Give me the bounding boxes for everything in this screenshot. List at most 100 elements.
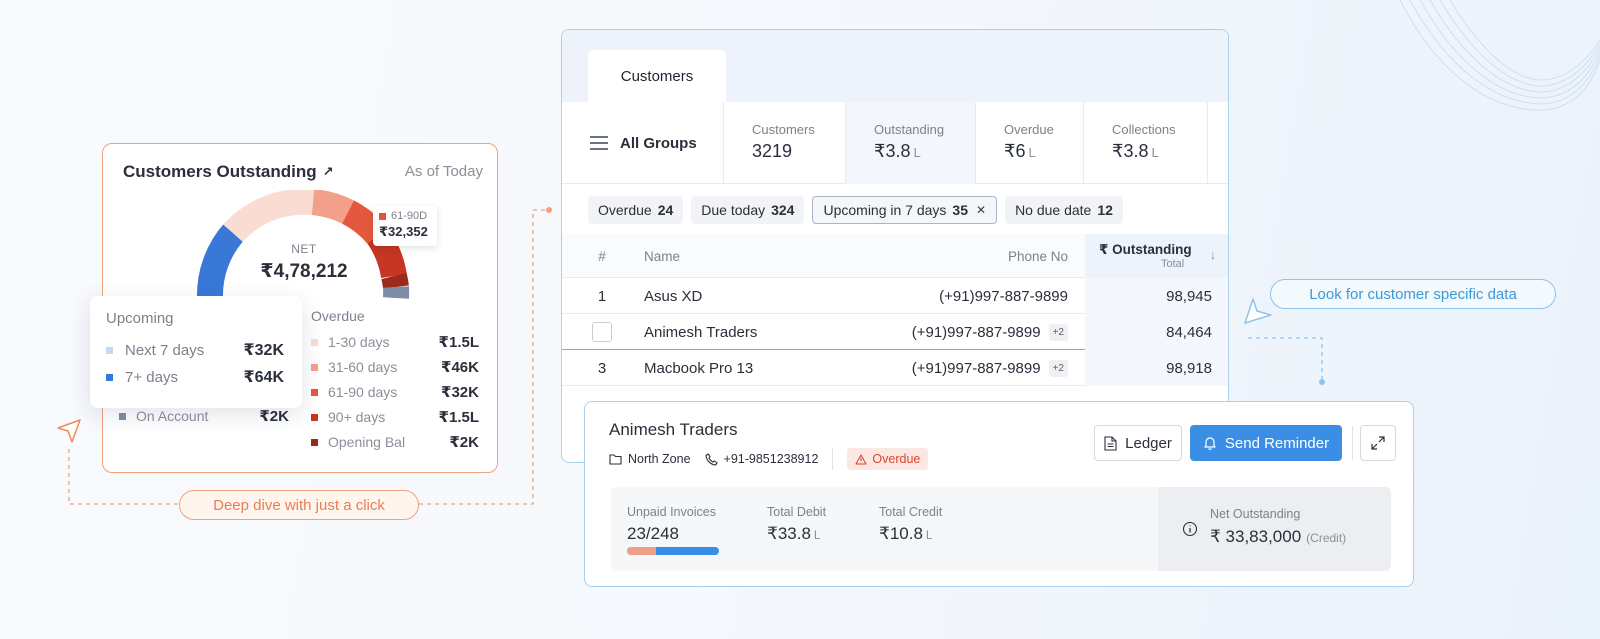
stat-outstanding[interactable]: Outstanding ₹3.8 L bbox=[846, 102, 976, 184]
card-title-text: Customers Outstanding bbox=[123, 162, 317, 181]
overdue-legend-item[interactable]: Opening Bal ₹2K bbox=[311, 433, 479, 451]
chip-label: Upcoming in 7 days bbox=[823, 202, 947, 218]
legend-label: 7+ days bbox=[125, 368, 178, 386]
tab-customers[interactable]: Customers bbox=[588, 50, 726, 102]
stat-label: Overdue bbox=[1004, 122, 1054, 137]
folder-icon bbox=[609, 454, 622, 465]
upcoming-legend-item[interactable]: Next 7 days ₹32K bbox=[106, 340, 284, 360]
warning-icon bbox=[855, 453, 867, 465]
gauge-segment-1-30-days bbox=[223, 190, 315, 243]
tooltip-label: 61-90D bbox=[391, 210, 428, 222]
legend-swatch bbox=[311, 363, 318, 371]
chip-count: 35 bbox=[952, 202, 968, 218]
stat-label: Net Outstanding bbox=[1210, 507, 1301, 521]
stat-unit: L bbox=[925, 528, 933, 542]
stat-label: Total Credit bbox=[879, 505, 943, 519]
column-header-outstanding[interactable]: ₹ Outstanding Total ↓ bbox=[1085, 234, 1228, 278]
legend-swatch bbox=[311, 438, 318, 446]
row-outstanding: 98,918 bbox=[1085, 350, 1228, 386]
row-name: Asus XD bbox=[644, 287, 703, 305]
row-name: Macbook Pro 13 bbox=[644, 359, 754, 377]
legend-value: ₹1.5L bbox=[438, 334, 479, 351]
stat-collections[interactable]: Collections ₹3.8 L bbox=[1084, 102, 1208, 184]
stat-unit: L bbox=[913, 145, 921, 160]
stat-unit: L bbox=[813, 528, 821, 542]
total-credit-stat: Total Credit ₹10.8 L bbox=[879, 505, 942, 544]
upcoming-legend-item[interactable]: 7+ days ₹64K bbox=[106, 367, 284, 387]
overdue-legend-item[interactable]: 1-30 days ₹1.5L bbox=[311, 333, 479, 351]
ledger-button[interactable]: Ledger bbox=[1094, 425, 1182, 461]
row-checkbox-cell[interactable] bbox=[588, 314, 616, 350]
chip-label: No due date bbox=[1015, 202, 1092, 218]
table-row[interactable]: 1 Asus XD (+91)997-887-9899 98,945 bbox=[562, 278, 1228, 314]
extra-phones-badge[interactable]: +2 bbox=[1048, 359, 1068, 377]
filter-chip-due-today[interactable]: Due today 324 bbox=[691, 196, 805, 224]
sort-down-icon[interactable]: ↓ bbox=[1210, 248, 1216, 262]
stat-note: (Credit) bbox=[1306, 531, 1347, 545]
stat-value: ₹3.8 bbox=[1112, 141, 1149, 161]
stat-label: Total Debit bbox=[767, 505, 827, 519]
unpaid-invoices-stat: Unpaid Invoices 23/248 bbox=[627, 505, 716, 544]
stat-overdue[interactable]: Overdue ₹6 L bbox=[976, 102, 1084, 184]
chip-count: 324 bbox=[771, 202, 795, 218]
gauge-segment-7plus-days bbox=[196, 224, 244, 299]
overdue-legend-item[interactable]: 61-90 days ₹32K bbox=[311, 383, 479, 401]
on-account-legend-item[interactable]: On Account ₹2K bbox=[119, 407, 289, 425]
expand-button[interactable] bbox=[1360, 425, 1396, 461]
chip-label: Overdue bbox=[598, 202, 652, 218]
close-icon[interactable]: ✕ bbox=[976, 203, 986, 217]
column-header-phone[interactable]: Phone No bbox=[1008, 234, 1068, 278]
chip-count: 24 bbox=[657, 202, 674, 218]
row-phone: (+91)997-887-9899 +2 bbox=[912, 314, 1068, 350]
customer-detail-card: Animesh Traders North Zone +91-985123891… bbox=[584, 401, 1414, 587]
card-title[interactable]: Customers Outstanding ↗ bbox=[123, 162, 334, 182]
filter-chip-no-due-date[interactable]: No due date 12 bbox=[1005, 196, 1123, 224]
legend-swatch bbox=[106, 373, 113, 381]
legend-value: ₹46K bbox=[441, 359, 479, 376]
row-phone-text: (+91)997-887-9899 bbox=[911, 323, 1041, 341]
filter-chip-upcoming-7-days[interactable]: Upcoming in 7 days 35 ✕ bbox=[812, 196, 998, 224]
divider bbox=[832, 448, 834, 470]
phone-icon bbox=[704, 452, 718, 466]
phone-text: +91-9851238912 bbox=[723, 452, 819, 466]
customer-phone[interactable]: +91-9851238912 bbox=[704, 452, 819, 466]
legend-value: ₹2K bbox=[449, 434, 479, 451]
stat-label: Customers bbox=[752, 122, 815, 137]
stat-label: Collections bbox=[1112, 122, 1176, 137]
overdue-legend-item[interactable]: 90+ days ₹1.5L bbox=[311, 408, 479, 426]
progress-fill bbox=[627, 547, 657, 555]
tooltip-swatch bbox=[379, 212, 386, 220]
filter-chip-overdue[interactable]: Overdue 24 bbox=[588, 196, 684, 224]
send-reminder-button[interactable]: Send Reminder bbox=[1190, 425, 1342, 461]
column-header-name[interactable]: Name bbox=[644, 234, 680, 278]
legend-value: ₹64K bbox=[243, 369, 284, 386]
customer-zone: North Zone bbox=[609, 452, 691, 466]
overdue-legend-item[interactable]: 31-60 days ₹46K bbox=[311, 358, 479, 376]
divider bbox=[1352, 426, 1353, 460]
column-header-number: # bbox=[598, 248, 606, 264]
row-phone-text: (+91)997-887-9899 bbox=[939, 287, 1068, 305]
tooltip-value: ₹32,352 bbox=[379, 224, 428, 239]
menu-icon bbox=[590, 136, 608, 150]
info-icon[interactable] bbox=[1182, 521, 1198, 537]
legend-swatch bbox=[119, 412, 126, 420]
customer-name: Animesh Traders bbox=[609, 420, 738, 439]
status-badge: Overdue bbox=[847, 448, 929, 470]
upcoming-popover: Upcoming Next 7 days ₹32K 7+ days ₹64K bbox=[90, 296, 302, 408]
document-icon bbox=[1104, 435, 1117, 451]
stat-value: ₹3.8 bbox=[874, 141, 911, 161]
row-checkbox[interactable] bbox=[592, 322, 612, 342]
stat-customers[interactable]: Customers 3219 bbox=[724, 102, 846, 184]
row-name: Animesh Traders bbox=[644, 323, 758, 341]
legend-value: ₹1.5L bbox=[438, 409, 479, 426]
table-row[interactable]: 3 Macbook Pro 13 (+91)997-887-9899 +2 98… bbox=[562, 350, 1228, 386]
table-row[interactable]: Animesh Traders (+91)997-887-9899 +2 84,… bbox=[562, 314, 1228, 350]
legend-swatch bbox=[311, 338, 318, 346]
row-outstanding: 98,945 bbox=[1085, 278, 1228, 314]
total-debit-stat: Total Debit ₹33.8 L bbox=[767, 505, 826, 544]
stat-unit: L bbox=[1028, 145, 1036, 160]
extra-phones-badge[interactable]: +2 bbox=[1048, 323, 1068, 341]
row-outstanding: 84,464 bbox=[1085, 314, 1228, 350]
all-groups-selector[interactable]: All Groups bbox=[562, 102, 724, 184]
stat-value: ₹10.8 bbox=[879, 524, 923, 543]
